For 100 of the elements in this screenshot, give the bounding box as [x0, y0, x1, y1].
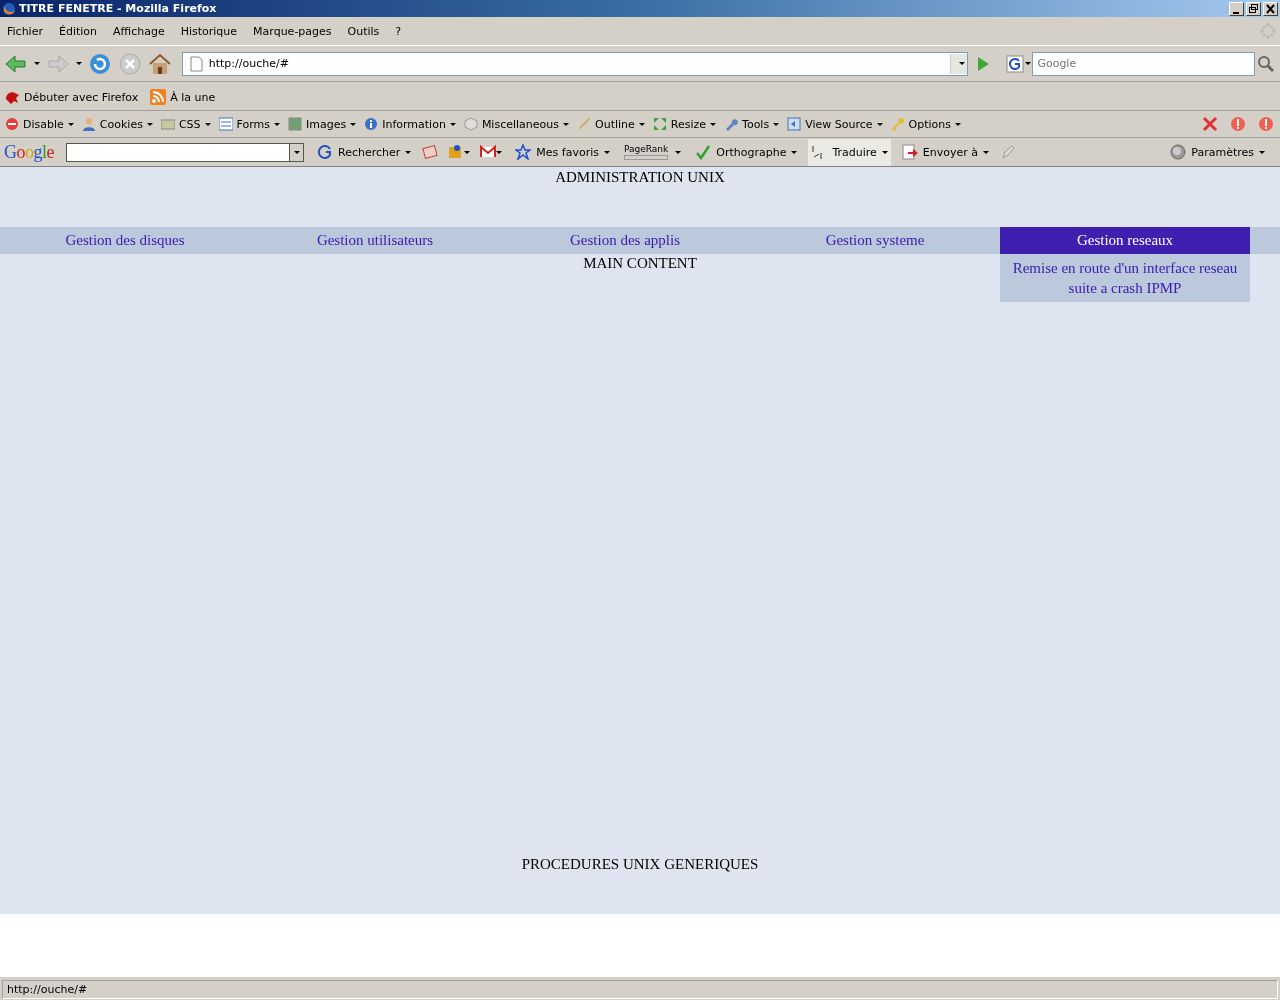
bookmark-link[interactable]: À la une	[170, 90, 216, 104]
close-icon[interactable]	[1263, 1, 1278, 16]
firefox-icon	[2, 1, 16, 16]
toolbar-menu-button[interactable]: Outline	[576, 117, 646, 131]
nav-tab[interactable]: Gestion utilisateurs	[250, 227, 500, 254]
disable-icon	[5, 117, 19, 131]
person-icon	[81, 117, 96, 131]
toolbar-menu-button[interactable]: View Source	[786, 117, 884, 131]
caret-icon[interactable]	[955, 122, 961, 126]
caret-icon[interactable]	[710, 122, 717, 126]
toolbar-button[interactable]: Mes favoris	[512, 138, 613, 166]
reload-icon[interactable]	[87, 51, 112, 76]
toolbar-button[interactable]: Paramètres	[1167, 138, 1268, 166]
source-icon	[787, 117, 802, 131]
toolbar-menu-button[interactable]: Miscellaneous	[462, 117, 570, 131]
caret-icon[interactable]	[881, 150, 888, 154]
page-icon	[188, 55, 203, 72]
star-icon	[515, 144, 532, 160]
info-icon	[364, 117, 379, 131]
page-header: ADMINISTRATION UNIX	[555, 169, 725, 187]
caret-icon[interactable]	[773, 122, 780, 126]
toolbar-menu-button[interactable]: Disable	[4, 117, 75, 131]
menu-item[interactable]: Outils	[342, 22, 385, 40]
main-content-text: MAIN CONTENT	[583, 255, 697, 272]
brush-icon	[577, 117, 591, 131]
caret-icon[interactable]	[603, 150, 610, 154]
toolbar-menu-button[interactable]: Tools	[723, 117, 781, 131]
warning-icon[interactable]	[1258, 116, 1274, 132]
menu-item[interactable]: Affichage	[108, 22, 170, 40]
wrench-icon	[724, 117, 739, 131]
form-icon	[218, 117, 233, 131]
address-bar[interactable]: http://ouche/#	[181, 51, 969, 76]
toolbar-menu-button[interactable]: Options	[889, 117, 962, 131]
caret-icon[interactable]	[983, 150, 990, 154]
caret-icon[interactable]	[675, 150, 682, 154]
mail-icon[interactable]	[480, 144, 497, 160]
search-field[interactable]: Google	[1032, 51, 1255, 76]
caret-icon[interactable]	[405, 150, 412, 154]
caret-icon[interactable]	[959, 62, 966, 65]
caret-icon[interactable]	[791, 150, 798, 154]
popup-blocker-icon[interactable]	[422, 144, 439, 160]
caret-icon[interactable]	[496, 150, 503, 154]
dropdown-item[interactable]: Remise en route d'un interface reseau suite a crash IPMP	[1006, 258, 1244, 298]
warning-icon[interactable]	[1230, 116, 1246, 132]
error-x-icon[interactable]	[1202, 116, 1218, 132]
nav-tab[interactable]: Gestion des applis	[500, 227, 750, 254]
toolbar-menu-button[interactable]: Resize	[651, 117, 718, 131]
caret-icon[interactable]	[563, 122, 569, 126]
page-footer: PROCEDURES UNIX GENERIQUES	[521, 856, 759, 873]
menu-item[interactable]: Édition	[53, 22, 102, 40]
caret-icon[interactable]	[146, 122, 153, 126]
caret-icon[interactable]	[876, 122, 883, 126]
pagerank-button[interactable]: PageRank	[620, 138, 685, 166]
nav-tab[interactable]: Gestion des disques	[0, 227, 250, 254]
menu-item[interactable]: Fichier	[2, 22, 48, 40]
key-icon	[890, 117, 905, 131]
google-g-icon	[317, 144, 333, 160]
caret-icon[interactable]	[204, 122, 211, 126]
toolbar-button[interactable]: Orthographe	[692, 138, 801, 166]
css-icon	[160, 117, 175, 131]
caret-icon[interactable]	[274, 122, 280, 126]
caret-icon[interactable]	[75, 62, 82, 65]
caret-icon[interactable]	[1259, 150, 1265, 154]
search-icon[interactable]	[1255, 53, 1276, 74]
send-icon	[901, 144, 918, 160]
restore-icon[interactable]	[1246, 1, 1261, 16]
toolbar-menu-button[interactable]: Cookies	[80, 117, 154, 131]
google-g-icon[interactable]	[1006, 54, 1025, 73]
feed-icon[interactable]	[150, 89, 167, 105]
toolbar-menu-button[interactable]: Information	[363, 117, 457, 131]
caret-icon[interactable]	[33, 62, 40, 65]
home-icon[interactable]	[147, 51, 172, 76]
toolbar-menu-button[interactable]: CSS	[159, 117, 212, 131]
google-search-field[interactable]	[66, 142, 290, 162]
bookmark-icon[interactable]	[4, 89, 20, 105]
toolbar-menu-button[interactable]: Forms	[217, 117, 281, 131]
caret-icon[interactable]	[638, 122, 645, 126]
resize-icon	[652, 117, 667, 131]
throbber-icon	[1260, 23, 1276, 39]
caret-icon[interactable]	[449, 122, 456, 126]
minimize-icon[interactable]	[1229, 1, 1244, 16]
bookmark-link[interactable]: Débuter avec Firefox	[24, 90, 139, 104]
window-title: TITRE FENETRE - Mozilla Firefox	[19, 2, 218, 15]
menu-item[interactable]: Marque-pages	[248, 22, 337, 40]
caret-icon[interactable]	[1025, 62, 1032, 65]
caret-icon[interactable]	[464, 150, 471, 154]
caret-icon[interactable]	[350, 122, 357, 126]
toolbar-menu-button[interactable]: Images	[287, 117, 358, 131]
caret-icon[interactable]	[293, 150, 300, 154]
menu-item[interactable]: Historique	[175, 22, 243, 40]
caret-icon[interactable]	[67, 122, 74, 126]
toolbar-button[interactable]: Traduire	[808, 138, 891, 166]
spellcheck-icon	[695, 144, 712, 160]
nav-tab[interactable]: Gestion systeme	[750, 227, 1000, 254]
cube-icon	[463, 117, 478, 131]
image-icon	[288, 117, 302, 131]
back-arrow-icon[interactable]	[4, 52, 28, 75]
toolbar-button[interactable]: Envoyer à	[898, 138, 993, 166]
menu-item[interactable]: ?	[390, 22, 407, 40]
toolbar-button[interactable]: Rechercher	[314, 138, 415, 166]
